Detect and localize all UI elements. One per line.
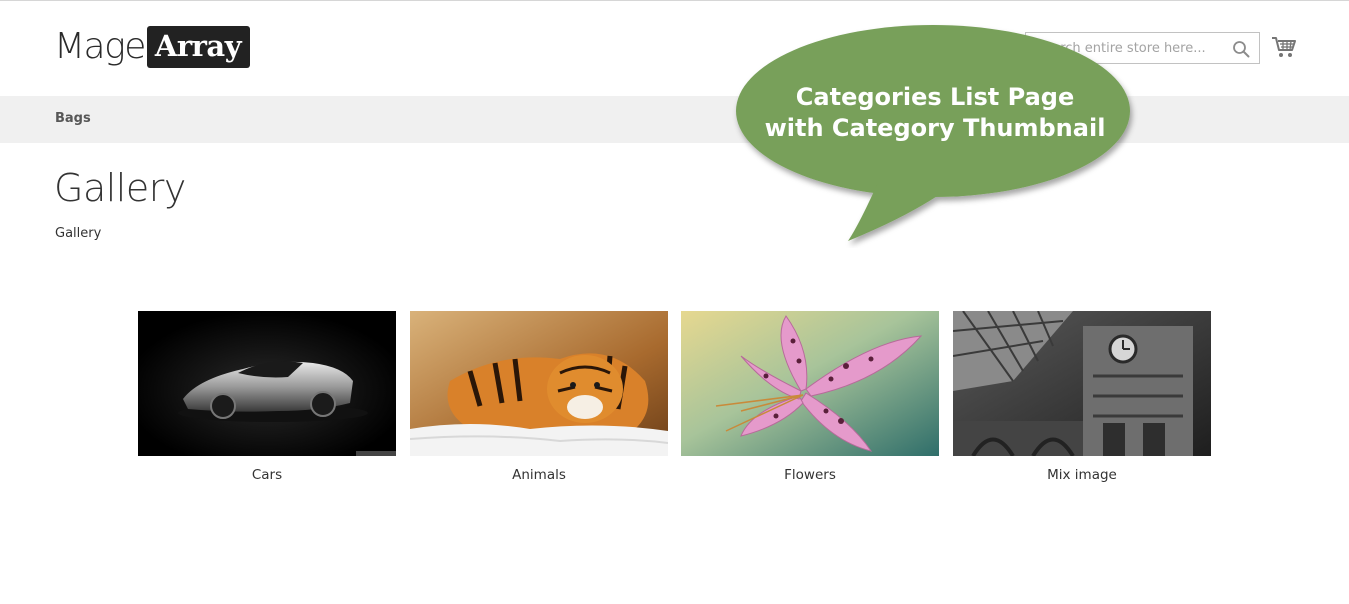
category-label-animals[interactable]: Animals: [410, 467, 668, 483]
store-logo[interactable]: Mage Array: [54, 23, 251, 71]
nav-item-bags[interactable]: Bags: [55, 111, 91, 126]
cart-icon[interactable]: [1271, 35, 1297, 59]
logo-text-array: Array: [146, 25, 251, 69]
tiger-photo[interactable]: [410, 311, 668, 456]
callout-line-1: Categories List Page: [795, 83, 1075, 111]
category-tile-flowers[interactable]: Flowers: [681, 311, 939, 483]
category-label-mix-image[interactable]: Mix image: [953, 467, 1211, 483]
lily-photo[interactable]: [681, 311, 939, 456]
category-tile-mix-image[interactable]: Mix image: [953, 311, 1211, 483]
callout-text: Categories List Page with Category Thumb…: [750, 82, 1120, 144]
car-photo[interactable]: [138, 311, 396, 456]
search-icon[interactable]: [1232, 40, 1250, 58]
clocktower-photo[interactable]: [953, 311, 1211, 456]
category-tile-cars[interactable]: Cars: [138, 311, 396, 483]
page-title: Gallery: [54, 166, 186, 210]
category-grid: Cars Animals Flowers Mix image: [138, 311, 1211, 491]
callout-line-2: with Category Thumbnail: [764, 114, 1106, 142]
logo-text-mage: Mage: [54, 26, 146, 67]
page: Mage Array Bags Gallery Gallery: [0, 0, 1349, 604]
category-description: Gallery: [55, 226, 102, 241]
callout-bubble: Categories List Page with Category Thumb…: [730, 23, 1140, 248]
navigation-bar: Bags: [0, 96, 1349, 143]
category-label-cars[interactable]: Cars: [138, 467, 396, 483]
category-tile-animals[interactable]: Animals: [410, 311, 668, 483]
category-label-flowers[interactable]: Flowers: [681, 467, 939, 483]
